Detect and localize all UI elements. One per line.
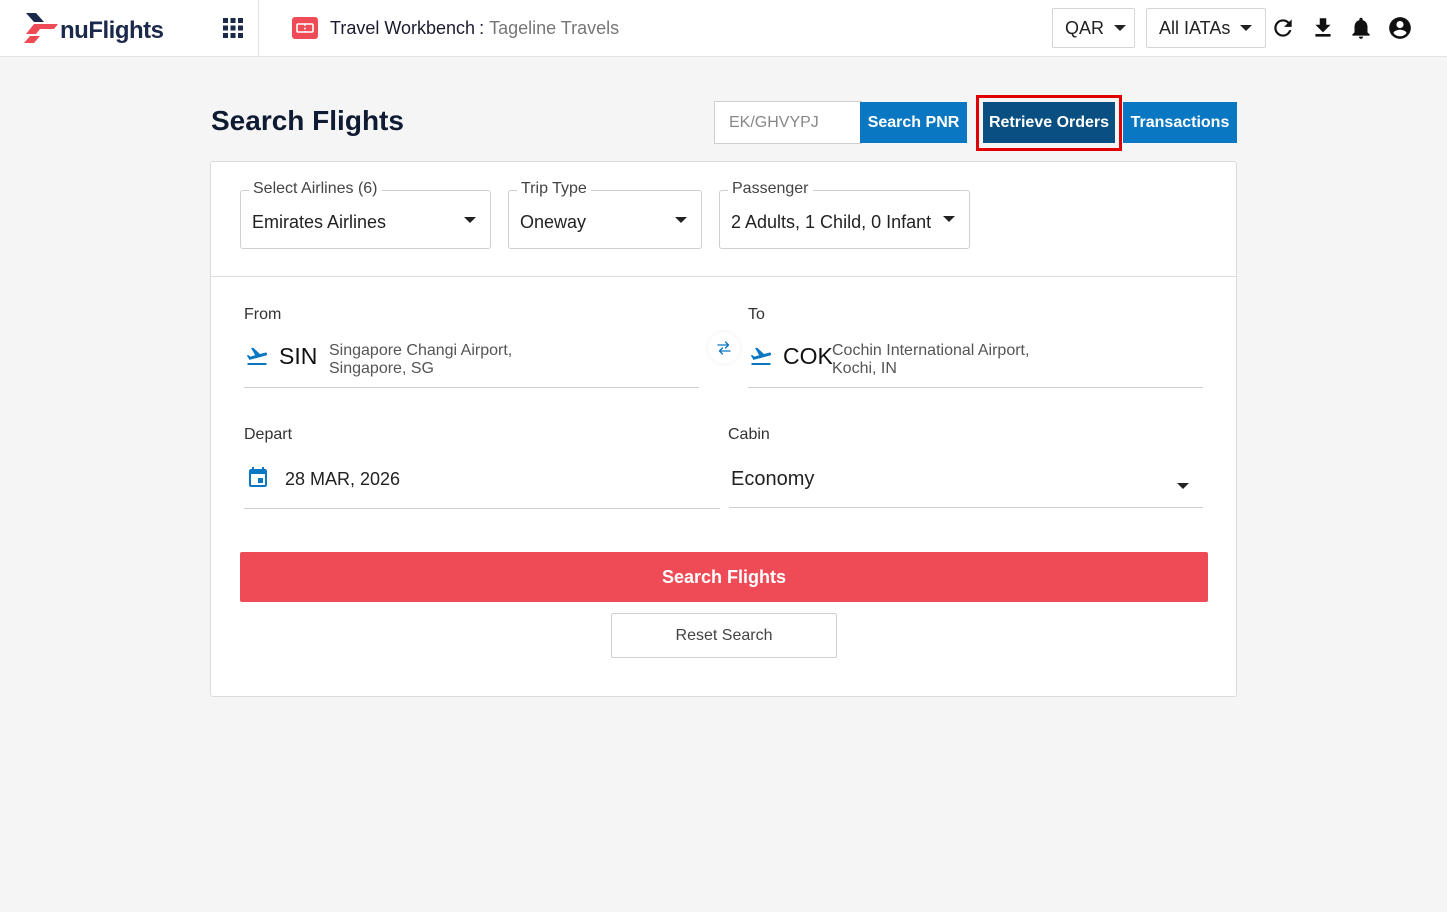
passenger-select[interactable]: Passenger 2 Adults, 1 Child, 0 Infant xyxy=(719,180,970,249)
chevron-down-icon xyxy=(943,216,955,222)
apps-grid-icon[interactable] xyxy=(222,17,244,39)
swap-airports-button[interactable] xyxy=(708,332,740,364)
header-divider xyxy=(258,0,259,57)
depart-date-value: 28 MAR, 2026 xyxy=(285,469,401,489)
swap-arrows-icon xyxy=(717,341,731,355)
from-label: From xyxy=(244,306,282,323)
transactions-button[interactable]: Transactions xyxy=(1123,102,1237,143)
search-pnr-button[interactable]: Search PNR xyxy=(860,102,967,143)
calendar-icon xyxy=(249,467,267,487)
depart-date-field[interactable]: 28 MAR, 2026 xyxy=(244,458,720,509)
agency-name: Tageline Travels xyxy=(489,18,620,38)
top-navbar: nuFlights Travel Workbench: Tageline Trav… xyxy=(0,0,1447,57)
cabin-select[interactable]: Economy xyxy=(729,458,1203,508)
depart-label: Depart xyxy=(244,426,293,443)
from-airport-field[interactable]: SIN Singapore Changi Airport, Singapore,… xyxy=(244,336,699,388)
title-separator: : xyxy=(479,18,485,38)
chevron-down-icon xyxy=(1240,25,1253,31)
search-flights-button[interactable]: Search Flights xyxy=(240,552,1208,602)
chevron-down-icon xyxy=(675,217,687,223)
from-airport-code: SIN xyxy=(279,343,318,369)
passenger-label: Passenger xyxy=(728,180,813,198)
card-divider xyxy=(211,276,1236,277)
from-airport-name-line1: Singapore Changi Airport, xyxy=(329,342,513,359)
nuflights-logo-mark-icon xyxy=(24,13,58,43)
cabin-value: Economy xyxy=(731,468,815,490)
workbench-title: Travel Workbench: Tageline Travels xyxy=(330,18,619,39)
brand-name: nuFlights xyxy=(60,17,164,44)
chevron-down-icon xyxy=(464,217,476,223)
workbench-ticket-icon xyxy=(292,17,318,39)
currency-select[interactable]: QAR xyxy=(1052,8,1135,48)
airlines-label: Select Airlines (6) xyxy=(249,180,382,198)
to-airport-name: Cochin International Airport, Kochi, IN xyxy=(832,342,1029,378)
trip-type-value: Oneway xyxy=(520,212,587,232)
iata-value: All IATAs xyxy=(1159,17,1231,38)
refresh-icon[interactable] xyxy=(1270,15,1296,41)
passenger-value: 2 Adults, 1 Child, 0 Infant xyxy=(731,212,932,232)
pnr-search-input[interactable] xyxy=(714,101,862,144)
chevron-down-icon xyxy=(1177,483,1189,489)
flight-takeoff-icon xyxy=(246,347,268,365)
page-title: Search Flights xyxy=(211,105,404,136)
to-airport-code: COK xyxy=(783,343,833,369)
airlines-select[interactable]: Select Airlines (6) Emirates Airlines xyxy=(240,180,491,249)
to-label: To xyxy=(748,306,765,323)
bell-icon[interactable] xyxy=(1348,15,1374,41)
reset-search-button[interactable]: Reset Search xyxy=(611,613,837,658)
from-airport-name: Singapore Changi Airport, Singapore, SG xyxy=(329,342,512,378)
retrieve-orders-button[interactable]: Retrieve Orders xyxy=(983,102,1115,143)
nuflights-logo[interactable]: nuFlights xyxy=(24,10,164,46)
cabin-label: Cabin xyxy=(728,426,770,443)
chevron-down-icon xyxy=(1114,25,1127,31)
trip-type-label: Trip Type xyxy=(517,180,591,198)
workbench-title-text: Travel Workbench xyxy=(330,18,476,38)
from-airport-name-line2: Singapore, SG xyxy=(329,360,434,377)
airlines-value: Emirates Airlines xyxy=(252,212,387,232)
iata-select[interactable]: All IATAs xyxy=(1146,8,1266,48)
trip-type-select[interactable]: Trip Type Oneway xyxy=(508,180,702,249)
to-airport-name-line2: Kochi, IN xyxy=(832,360,897,377)
currency-value: QAR xyxy=(1065,17,1105,38)
to-airport-name-line1: Cochin International Airport, xyxy=(832,342,1030,359)
flight-search-card: Select Airlines (6) Emirates Airlines Tr… xyxy=(210,161,1237,697)
to-airport-field[interactable]: COK Cochin International Airport, Kochi,… xyxy=(748,336,1203,388)
download-icon[interactable] xyxy=(1310,15,1336,41)
flight-takeoff-icon xyxy=(750,347,772,365)
account-circle-icon[interactable] xyxy=(1387,15,1413,41)
